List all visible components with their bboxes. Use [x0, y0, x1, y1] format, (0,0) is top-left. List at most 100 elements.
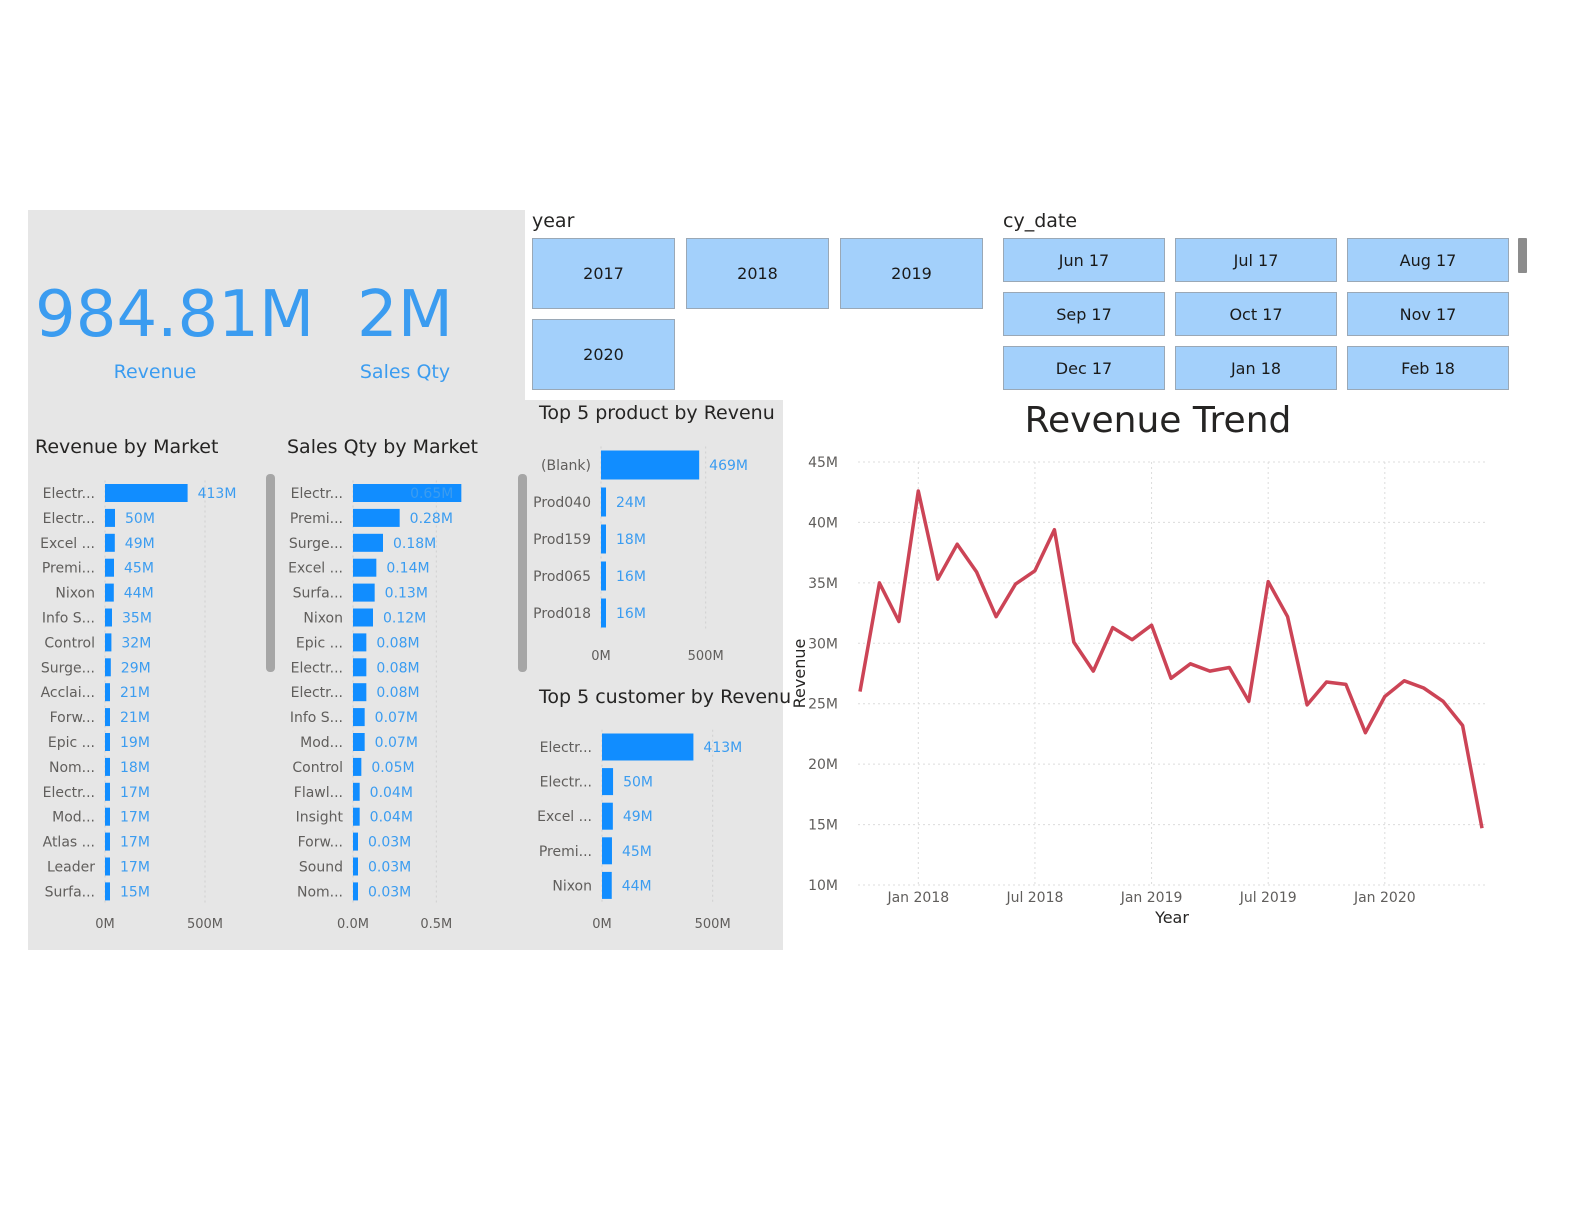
category-label: Nixon — [552, 878, 592, 894]
bar — [353, 533, 383, 552]
category-label: Prod018 — [533, 606, 591, 622]
data-label: 44M — [124, 586, 154, 602]
cy-date-option-aug-17[interactable]: Aug 17 — [1347, 238, 1509, 282]
cy-date-option-feb-18[interactable]: Feb 18 — [1347, 346, 1509, 390]
x-tick-label: Jul 2019 — [1239, 890, 1297, 906]
cy-date-option-jan-18[interactable]: Jan 18 — [1175, 346, 1337, 390]
y-tick-label: 15M — [808, 818, 838, 834]
data-label: 45M — [622, 844, 652, 860]
data-label: 413M — [703, 740, 742, 756]
category-label: Nom... — [297, 884, 343, 900]
category-label: Electr... — [291, 486, 343, 502]
revenue-trend-chart: 10M 15M 20M 25M 30M 35M 40M 45M Jan 2018 Jul 2018… — [790, 455, 1486, 927]
x-tick-label: 0.5M — [420, 917, 452, 932]
category-label: Surfa... — [293, 586, 343, 602]
bar — [601, 561, 606, 591]
bar — [105, 484, 188, 502]
bar — [353, 882, 358, 901]
category-label: Electr... — [43, 785, 95, 801]
category-label: Acclai... — [41, 685, 95, 701]
bar — [353, 558, 377, 577]
data-label: 45M — [124, 561, 154, 577]
top5-customer-chart: 0M 500M Electr... 413M Electr... 50M Excel ...… — [537, 729, 742, 932]
data-label: 15M — [120, 884, 150, 900]
x-tick-label: 500M — [695, 917, 731, 932]
sales-qty-by-market-scrollbar[interactable] — [518, 474, 527, 672]
bar — [602, 802, 613, 830]
bar — [601, 487, 607, 517]
bar — [105, 683, 110, 702]
bar — [105, 533, 115, 552]
revenue-by-market-chart: 0M 500M Electr... 413M Electr... 50M Excel ...… — [40, 480, 236, 932]
bar — [602, 871, 612, 899]
category-label: Electr... — [291, 685, 343, 701]
bar — [601, 450, 700, 480]
cy-date-option-jul-17[interactable]: Jul 17 — [1175, 238, 1337, 282]
category-label: Control — [292, 760, 343, 776]
data-label: 50M — [125, 511, 155, 527]
category-label: Electr... — [43, 511, 95, 527]
revenue-card: 984.81M Revenue — [35, 283, 314, 383]
year-option-2020[interactable]: 2020 — [532, 319, 675, 390]
category-label: Prod040 — [533, 495, 591, 511]
category-label: Flawl... — [294, 785, 343, 801]
year-option-2017[interactable]: 2017 — [532, 238, 675, 309]
cy-date-option-oct-17[interactable]: Oct 17 — [1175, 292, 1337, 336]
year-option-2018[interactable]: 2018 — [686, 238, 829, 309]
bar — [105, 807, 110, 826]
category-label: Forw... — [298, 835, 343, 851]
category-label: Info S... — [290, 710, 343, 726]
y-tick-label: 25M — [808, 697, 838, 713]
cy-date-option-nov-17[interactable]: Nov 17 — [1347, 292, 1509, 336]
bar — [353, 708, 365, 727]
cy-date-option-sep-17[interactable]: Sep 17 — [1003, 292, 1165, 336]
data-label: 0.08M — [376, 660, 419, 676]
sales-qty-card: 2M Sales Qty — [330, 283, 480, 383]
bar — [353, 757, 362, 776]
category-label: Mod... — [52, 810, 95, 826]
category-label: Nixon — [55, 586, 95, 602]
bar — [353, 782, 360, 801]
bar — [601, 524, 606, 554]
top5-product-title: Top 5 product by Revenu — [539, 402, 775, 424]
y-tick-label: 40M — [808, 515, 838, 531]
x-axis-title: Year — [1154, 908, 1189, 927]
y-tick-label: 35M — [808, 576, 838, 592]
cy-date-option-dec-17[interactable]: Dec 17 — [1003, 346, 1165, 390]
category-label: Epic ... — [296, 635, 343, 651]
year-option-2019[interactable]: 2019 — [840, 238, 983, 309]
data-label: 0.03M — [368, 835, 411, 851]
bar — [353, 633, 367, 652]
top5-customer-title: Top 5 customer by Revenu — [539, 686, 792, 708]
bar — [105, 782, 110, 801]
cy-date-option-jun-17[interactable]: Jun 17 — [1003, 238, 1165, 282]
data-label: 17M — [120, 835, 150, 851]
bar — [353, 683, 367, 702]
x-tick-label: 0M — [592, 917, 612, 932]
x-tick-label: 500M — [187, 917, 223, 932]
data-label: 21M — [120, 710, 150, 726]
category-label: Nixon — [303, 611, 343, 627]
x-tick-label: Jul 2018 — [1005, 890, 1063, 906]
category-label: Insight — [296, 810, 344, 826]
y-tick-label: 20M — [808, 757, 838, 773]
revenue-by-market-scrollbar[interactable] — [266, 474, 275, 672]
category-label: Excel ... — [40, 536, 95, 552]
x-tick-label: Jan 2018 — [886, 890, 949, 906]
data-label: 35M — [122, 611, 152, 627]
category-label: Surge... — [41, 660, 95, 676]
data-label: 32M — [121, 635, 151, 651]
data-label: 0.03M — [368, 860, 411, 876]
category-label: Control — [44, 635, 95, 651]
category-label: Epic ... — [48, 735, 95, 751]
data-label: 0.12M — [383, 611, 426, 627]
cy-date-scrollbar[interactable] — [1518, 238, 1527, 273]
bar — [353, 733, 365, 751]
data-label: 50M — [623, 775, 653, 791]
category-label: Surge... — [289, 536, 343, 552]
bar — [105, 882, 110, 901]
sales-qty-label: Sales Qty — [359, 361, 451, 383]
y-tick-label: 45M — [808, 455, 838, 471]
bar — [353, 832, 358, 851]
cy-date-slicer-title: cy_date — [1003, 210, 1078, 232]
